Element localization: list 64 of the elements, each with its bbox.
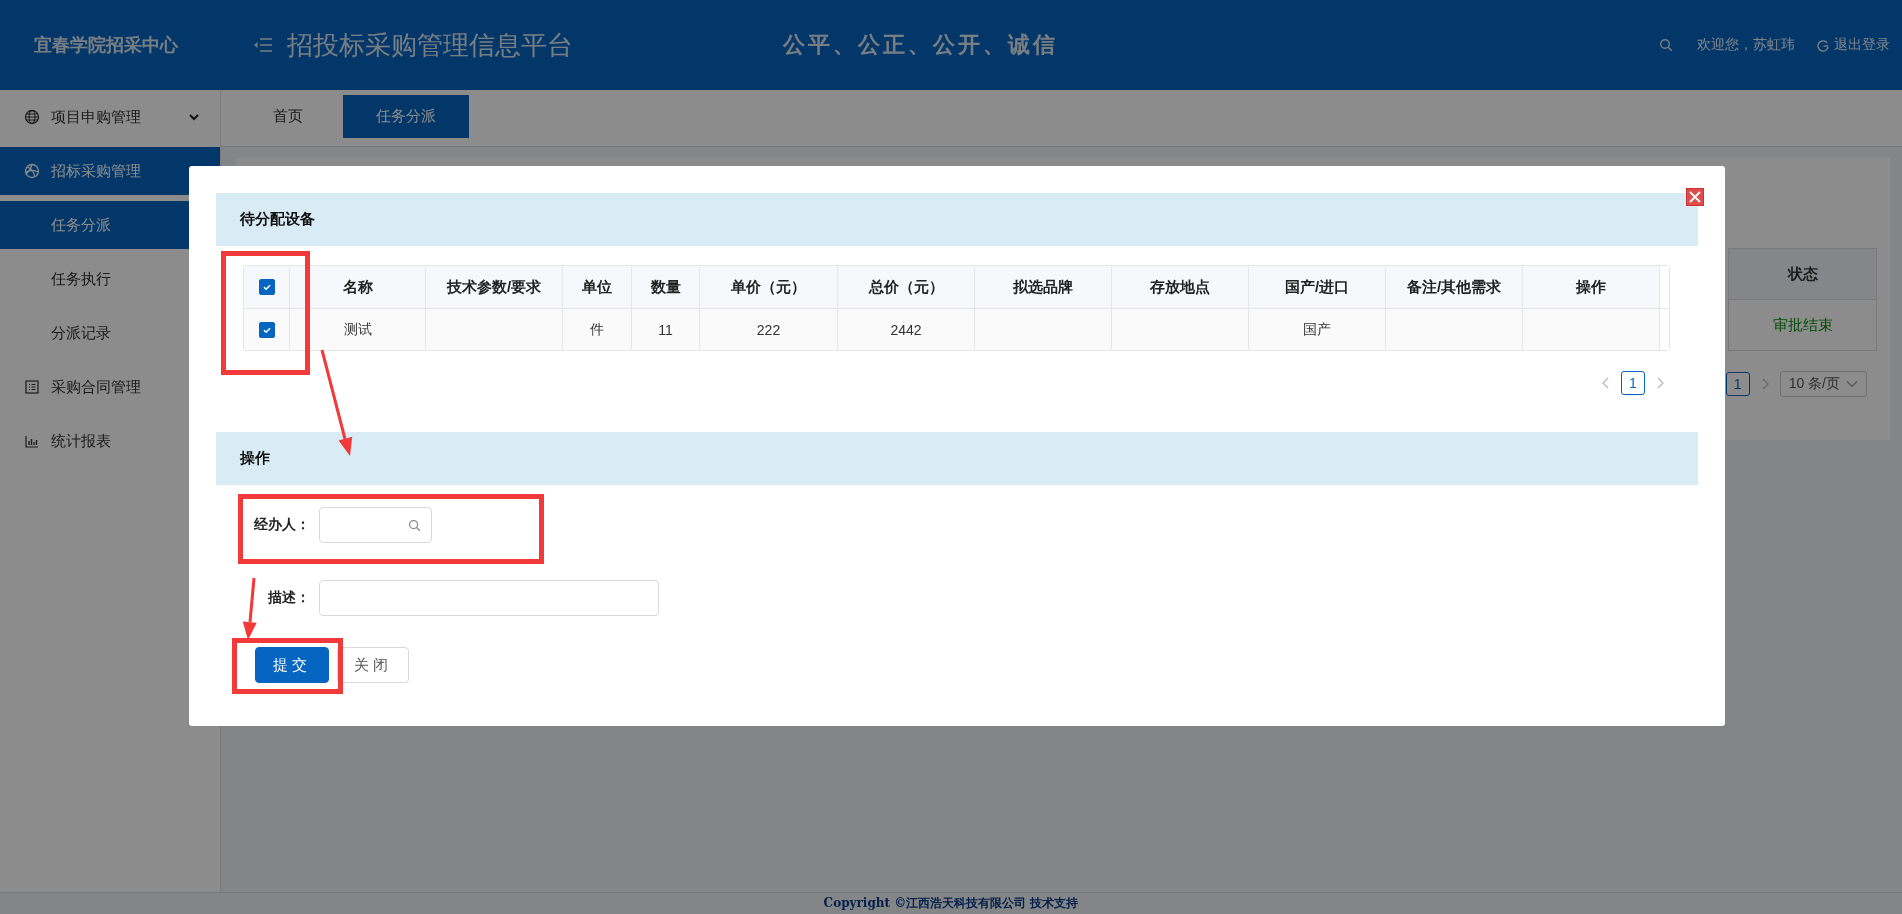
sidebar-item[interactable]: 项目申购管理 (0, 93, 220, 141)
page-number[interactable]: 1 (1725, 372, 1750, 396)
column-header: 操作 (1523, 266, 1660, 309)
annotation-arrow (242, 577, 257, 640)
sidebar-label: 任务分派 (51, 215, 111, 235)
chevron-down-icon (188, 111, 200, 123)
table-cell: 222 (700, 309, 838, 350)
column-header: 单价（元） (700, 266, 838, 309)
column-header: 拟选品牌 (975, 266, 1112, 309)
sidebar-label: 招标采购管理 (51, 161, 141, 181)
table-cell: 件 (563, 309, 632, 350)
copyright-text: Copyright ©江西浩天科技有限公司 技术支持 (823, 895, 1079, 912)
table-cell: 测试 (290, 309, 426, 350)
org-name: 宜春学院招采中心 (34, 34, 178, 57)
ball-icon (24, 163, 40, 179)
slogan: 公平、公正、公开、诚信 (783, 30, 1058, 59)
sidebar-label: 任务执行 (51, 269, 111, 289)
search-icon[interactable] (1659, 38, 1673, 52)
table-cell: 2442 (838, 309, 975, 350)
handler-search-field[interactable] (319, 507, 432, 543)
field-label: 描述： (267, 589, 310, 607)
column-header: 总价（元） (838, 266, 975, 309)
logout-icon (1817, 38, 1830, 52)
column-header: 单位 (563, 266, 632, 309)
submit-button[interactable]: 提交 (255, 647, 329, 683)
tab[interactable]: 任务分派 (343, 95, 469, 138)
list-icon (24, 379, 40, 395)
column-header: 数量 (632, 266, 700, 309)
tab[interactable]: 首页 (245, 95, 331, 138)
column-header: 备注/其他需求 (1386, 266, 1523, 309)
checkbox[interactable] (258, 279, 275, 295)
description-field[interactable] (319, 580, 659, 616)
chevron-left-icon[interactable] (1601, 377, 1611, 389)
globe-icon (24, 109, 40, 125)
column-header: 国产/进口 (1249, 266, 1386, 309)
section-header: 操作 (216, 432, 1698, 485)
checkbox[interactable] (258, 321, 275, 338)
sidebar-item[interactable]: 招标采购管理 (0, 147, 220, 195)
sidebar-item[interactable]: 采购合同管理 (0, 363, 220, 411)
column-header: 状态 (1729, 249, 1876, 300)
chevron-right-icon[interactable] (1655, 377, 1665, 389)
table-cell: 11 (632, 309, 700, 350)
status-cell-text: 审批结束 (1771, 314, 1834, 335)
close-icon[interactable] (1686, 188, 1704, 206)
caret-down-icon (1846, 380, 1858, 388)
logout-button[interactable]: 退出登录 (1817, 36, 1890, 54)
column-header: 名称 (290, 266, 426, 309)
sidebar-label: 项目申购管理 (51, 107, 141, 127)
field-label: 经办人： (253, 516, 310, 534)
column-header: 技术参数/要求 (426, 266, 563, 309)
sidebar-label: 采购合同管理 (51, 377, 141, 397)
column-header: 存放地点 (1112, 266, 1249, 309)
page-number[interactable]: 1 (1621, 371, 1645, 395)
platform-title: 招投标采购管理信息平台 (287, 28, 573, 62)
menu-icon[interactable] (253, 36, 273, 54)
user-greeting: 欢迎您，苏虹玮 (1697, 36, 1795, 54)
sidebar-label: 统计报表 (51, 431, 111, 451)
page-size-select[interactable]: 10 条/页 (1779, 371, 1867, 397)
sidebar-label: 分派记录 (51, 323, 111, 343)
close-button[interactable]: 关闭 (337, 647, 409, 683)
section-header: 待分配设备 (216, 193, 1698, 246)
search-icon (408, 518, 421, 532)
bar-chart-icon (24, 433, 40, 449)
table-cell: 国产 (1249, 309, 1386, 350)
